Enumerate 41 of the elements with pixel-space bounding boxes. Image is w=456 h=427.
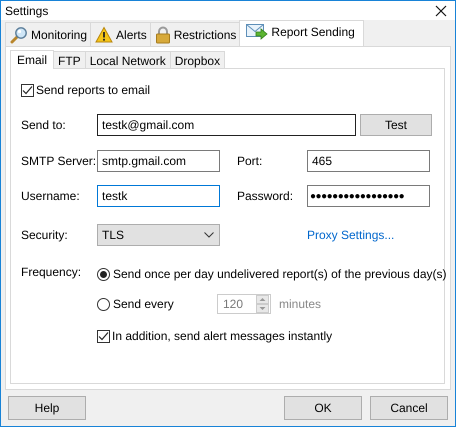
window-title: Settings: [5, 4, 48, 18]
input-field[interactable]: testk@gmail.com: [97, 114, 356, 136]
field-label: Username:: [21, 189, 81, 203]
radio-label: Send once per day undelivered report(s) of the previous day(s): [113, 267, 447, 281]
field-label: SMTP Server:: [21, 154, 97, 168]
tab[interactable]: FTP: [53, 51, 86, 68]
proxy-settings-link[interactable]: Proxy Settings...: [307, 228, 394, 242]
field-label: Send to:: [21, 118, 67, 132]
unit-label: minutes: [279, 297, 322, 311]
security-dropdown[interactable]: TLS: [97, 224, 220, 246]
tab[interactable]: Restrictions: [150, 22, 240, 46]
radio-label: Send every: [113, 297, 175, 311]
magnifier-icon: [10, 26, 28, 44]
help-button[interactable]: Help: [8, 396, 86, 420]
cancel-button[interactable]: Cancel: [370, 396, 448, 420]
field-label: Frequency:: [21, 264, 82, 281]
tab[interactable]: Dropbox: [170, 51, 226, 68]
tab[interactable]: Report Sending: [239, 20, 364, 46]
test-button[interactable]: Test: [360, 114, 432, 136]
input-field[interactable]: testk: [97, 185, 220, 207]
input-field[interactable]: ●●●●●●●●●●●●●●●●●: [307, 185, 430, 207]
ok-button[interactable]: OK: [284, 396, 362, 420]
field-label: Port:: [237, 154, 264, 168]
warning-icon: [95, 26, 114, 44]
chevron-down-icon: [204, 232, 214, 238]
field-label: Security:: [21, 228, 69, 242]
input-field[interactable]: smtp.gmail.com: [97, 150, 220, 172]
close-icon[interactable]: [435, 4, 447, 16]
field-label: Password:: [237, 189, 294, 203]
checkbox-label: In addition, send alert messages instantly: [112, 329, 332, 343]
tab[interactable]: Local Network: [84, 51, 171, 68]
input-field[interactable]: 465: [307, 150, 430, 172]
checkbox[interactable]: [21, 84, 34, 96]
checkbox-label: Send reports to email: [36, 83, 150, 97]
mail-arrow-icon: [246, 23, 268, 41]
radio-button[interactable]: [97, 268, 110, 280]
padlock-icon: [154, 26, 171, 44]
radio-button[interactable]: [97, 298, 110, 310]
checkbox[interactable]: [97, 330, 110, 342]
tab[interactable]: Monitoring: [5, 22, 92, 46]
tab[interactable]: Email: [10, 50, 54, 69]
